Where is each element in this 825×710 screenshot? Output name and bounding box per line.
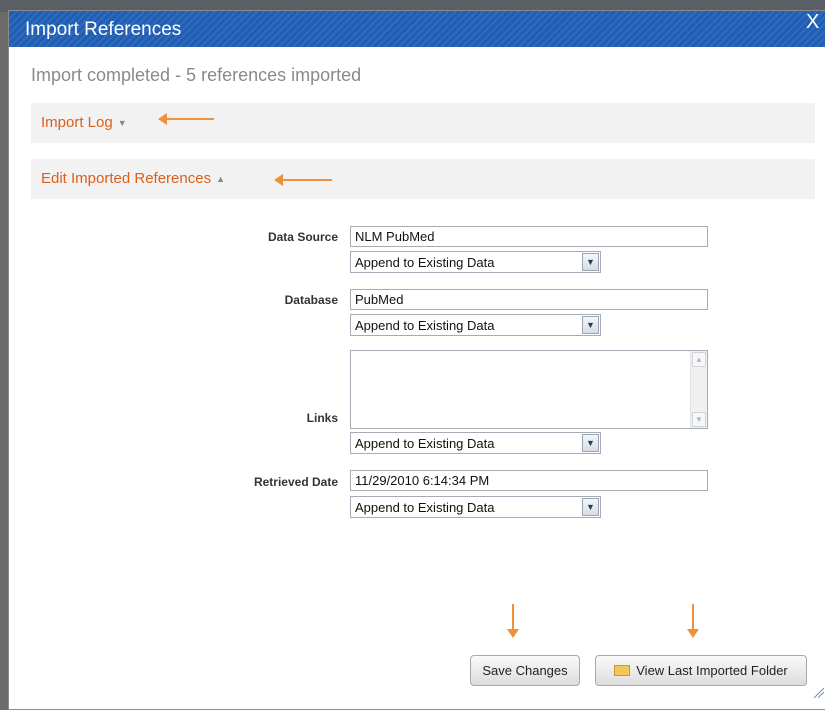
view-folder-label: View Last Imported Folder [636, 663, 788, 678]
data-source-mode-select[interactable]: Append to Existing Data ▼ [350, 251, 601, 273]
retrieved-date-mode-value: Append to Existing Data [355, 500, 495, 515]
data-source-mode-value: Append to Existing Data [355, 255, 495, 270]
edit-references-label: Edit Imported References [41, 170, 212, 187]
edit-imported-references-section: Edit Imported References ▲ [31, 159, 815, 199]
scroll-down-icon[interactable]: ▼ [692, 412, 706, 427]
annotation-arrow [687, 604, 699, 638]
links-mode-select[interactable]: Append to Existing Data ▼ [350, 432, 601, 454]
view-last-imported-folder-button[interactable]: View Last Imported Folder [595, 655, 807, 686]
database-label: Database [284, 293, 338, 307]
caret-up-icon: ▲ [216, 174, 226, 184]
links-mode-value: Append to Existing Data [355, 436, 495, 451]
database-mode-value: Append to Existing Data [355, 318, 495, 333]
links-label: Links [306, 411, 338, 425]
dialog-titlebar[interactable]: Import References [9, 11, 825, 47]
links-scrollbar[interactable]: ▲ ▼ [690, 351, 707, 428]
links-textarea[interactable]: ▲ ▼ [350, 350, 708, 429]
retrieved-date-field[interactable] [350, 470, 708, 491]
import-log-label: Import Log [41, 114, 113, 131]
annotation-arrow [507, 604, 519, 638]
annotation-arrow [158, 113, 214, 125]
import-log-section: Import Log ▼ [31, 103, 815, 143]
chevron-down-icon[interactable]: ▼ [582, 498, 599, 516]
scroll-up-icon[interactable]: ▲ [692, 352, 706, 367]
resize-grip-icon[interactable] [812, 686, 824, 698]
annotation-arrow [274, 174, 332, 186]
data-source-field[interactable] [350, 226, 708, 247]
database-field[interactable] [350, 289, 708, 310]
retrieved-date-label: Retrieved Date [253, 475, 338, 489]
import-log-toggle[interactable]: Import Log ▼ [41, 114, 127, 131]
save-changes-button[interactable]: Save Changes [470, 655, 580, 686]
import-status: Import completed - 5 references imported [31, 65, 362, 85]
retrieved-date-mode-select[interactable]: Append to Existing Data ▼ [350, 496, 601, 518]
database-mode-select[interactable]: Append to Existing Data ▼ [350, 314, 601, 336]
chevron-down-icon[interactable]: ▼ [582, 253, 599, 271]
dialog-title: Import References [25, 19, 182, 40]
caret-down-icon: ▼ [117, 118, 127, 128]
folder-icon [614, 665, 631, 676]
data-source-label: Data Source [267, 230, 338, 244]
chevron-down-icon[interactable]: ▼ [582, 316, 599, 334]
edit-references-toggle[interactable]: Edit Imported References ▲ [41, 170, 225, 187]
chevron-down-icon[interactable]: ▼ [582, 434, 599, 452]
